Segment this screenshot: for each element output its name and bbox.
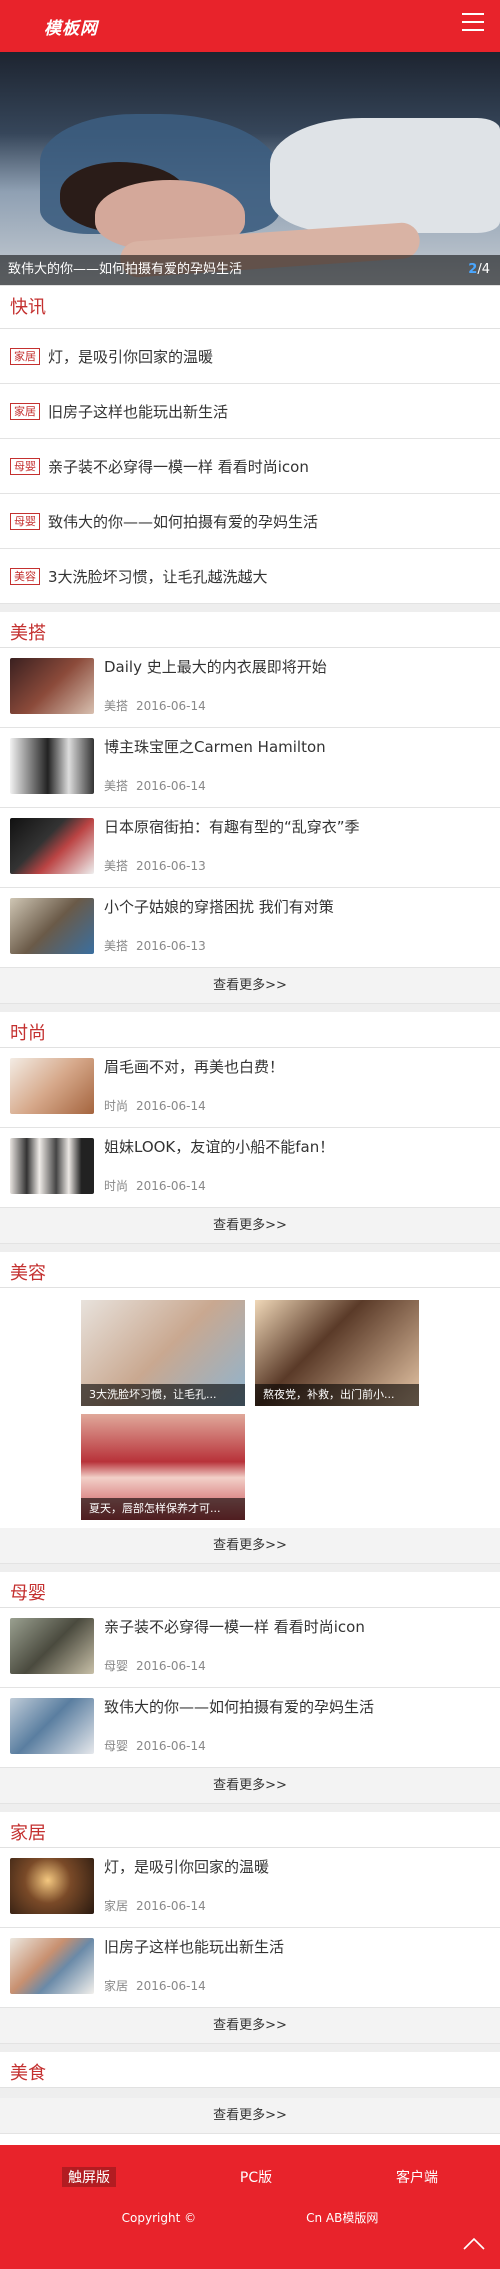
banner-slider[interactable]: 致伟大的你——如何拍摄有爱的孕妈生活 2/4 [0, 52, 500, 285]
article-thumbnail [10, 1938, 94, 1994]
article-row[interactable]: 博主珠宝匣之Carmen Hamilton 美搭 2016-06-14 [0, 728, 500, 808]
article-thumbnail [10, 898, 94, 954]
footer-link-app[interactable]: 客户端 [396, 2167, 438, 2187]
category-tag: 美容 [10, 567, 40, 585]
article-thumbnail [10, 1618, 94, 1674]
article-row[interactable]: 眉毛画不对，再美也白费！ 时尚 2016-06-14 [0, 1048, 500, 1128]
article-thumbnail [10, 658, 94, 714]
article-row[interactable]: 日本原宿街拍：有趣有型的“乱穿衣”季 美搭 2016-06-13 [0, 808, 500, 888]
footer: 触屏版 PC版 客户端 Copyright © Cn AB模版网 [0, 2145, 500, 2269]
view-more-button[interactable]: 查看更多>> [0, 968, 500, 1004]
copyright: Copyright © Cn AB模版网 [121, 2211, 379, 2225]
category-tag: 家居 [10, 347, 40, 365]
list-item[interactable]: 母婴 亲子装不必穿得一模一样 看看时尚icon [0, 439, 500, 494]
category-tag: 母婴 [10, 457, 40, 475]
view-more-button[interactable]: 查看更多>> [0, 2098, 500, 2134]
section-title-meirong: 美容 [0, 1244, 500, 1288]
article-thumbnail [10, 1138, 94, 1194]
view-more-button[interactable]: 查看更多>> [0, 1208, 500, 1244]
section-title-muying: 母婴 [0, 1564, 500, 1608]
footer-links: 触屏版 PC版 客户端 [0, 2145, 500, 2187]
section-title-meishi: 美食 [0, 2044, 500, 2088]
category-tag: 母婴 [10, 512, 40, 530]
news-flash-list: 家居 灯，是吸引你回家的温暖 家居 旧房子这样也能玩出新生活 母婴 亲子装不必穿得一模… [0, 329, 500, 604]
menu-icon[interactable] [462, 13, 484, 35]
image-card[interactable]: 夏天，唇部怎样保养才可... [81, 1414, 245, 1520]
image-card[interactable]: 3大洗脸坏习惯，让毛孔... [81, 1300, 245, 1406]
image-grid: 3大洗脸坏习惯，让毛孔... 熬夜党，补救，出门前小... 夏天，唇部怎样保养才… [0, 1288, 500, 1528]
section-title-meida: 美搭 [0, 604, 500, 648]
site-logo[interactable]: 模板网 [44, 14, 98, 39]
list-item[interactable]: 家居 灯，是吸引你回家的温暖 [0, 329, 500, 384]
list-item[interactable]: 家居 旧房子这样也能玩出新生活 [0, 384, 500, 439]
footer-link-pc[interactable]: PC版 [240, 2167, 272, 2187]
banner-pager: 2/4 [468, 262, 490, 277]
section-title-shishang: 时尚 [0, 1004, 500, 1048]
article-row[interactable]: 亲子装不必穿得一模一样 看看时尚icon 母婴 2016-06-14 [0, 1608, 500, 1688]
category-tag: 家居 [10, 402, 40, 420]
view-more-button[interactable]: 查看更多>> [0, 1528, 500, 1564]
article-row[interactable]: 姐妹LOOK，友谊的小船不能fan！ 时尚 2016-06-14 [0, 1128, 500, 1208]
banner-caption[interactable]: 致伟大的你——如何拍摄有爱的孕妈生活 [0, 255, 500, 285]
article-row[interactable]: Daily 史上最大的内衣展即将开始 美搭 2016-06-14 [0, 648, 500, 728]
article-thumbnail [10, 1058, 94, 1114]
image-card[interactable]: 熬夜党，补救，出门前小... [255, 1300, 419, 1406]
article-thumbnail [10, 738, 94, 794]
footer-link-touch[interactable]: 触屏版 [61, 2167, 116, 2187]
article-thumbnail [10, 1698, 94, 1754]
article-thumbnail [10, 1858, 94, 1914]
view-more-button[interactable]: 查看更多>> [0, 1768, 500, 1804]
article-row[interactable]: 旧房子这样也能玩出新生活 家居 2016-06-14 [0, 1928, 500, 2008]
list-item[interactable]: 美容 3大洗脸坏习惯，让毛孔越洗越大 [0, 549, 500, 604]
section-title-jiaju: 家居 [0, 1804, 500, 1848]
page: 模板网 致伟大的你——如何拍摄有爱的孕妈生活 2/4 快讯 家居 灯，是吸引你回家… [0, 0, 500, 2269]
section-title-kuaixun: 快讯 [0, 285, 500, 329]
article-row[interactable]: 致伟大的你——如何拍摄有爱的孕妈生活 母婴 2016-06-14 [0, 1688, 500, 1768]
article-thumbnail [10, 818, 94, 874]
article-row[interactable]: 灯，是吸引你回家的温暖 家居 2016-06-14 [0, 1848, 500, 1928]
list-item[interactable]: 母婴 致伟大的你——如何拍摄有爱的孕妈生活 [0, 494, 500, 549]
article-row[interactable]: 小个子姑娘的穿搭困扰 我们有对策 美搭 2016-06-13 [0, 888, 500, 968]
top-bar: 模板网 [0, 0, 500, 52]
view-more-button[interactable]: 查看更多>> [0, 2008, 500, 2044]
back-to-top-icon[interactable] [462, 2235, 486, 2251]
